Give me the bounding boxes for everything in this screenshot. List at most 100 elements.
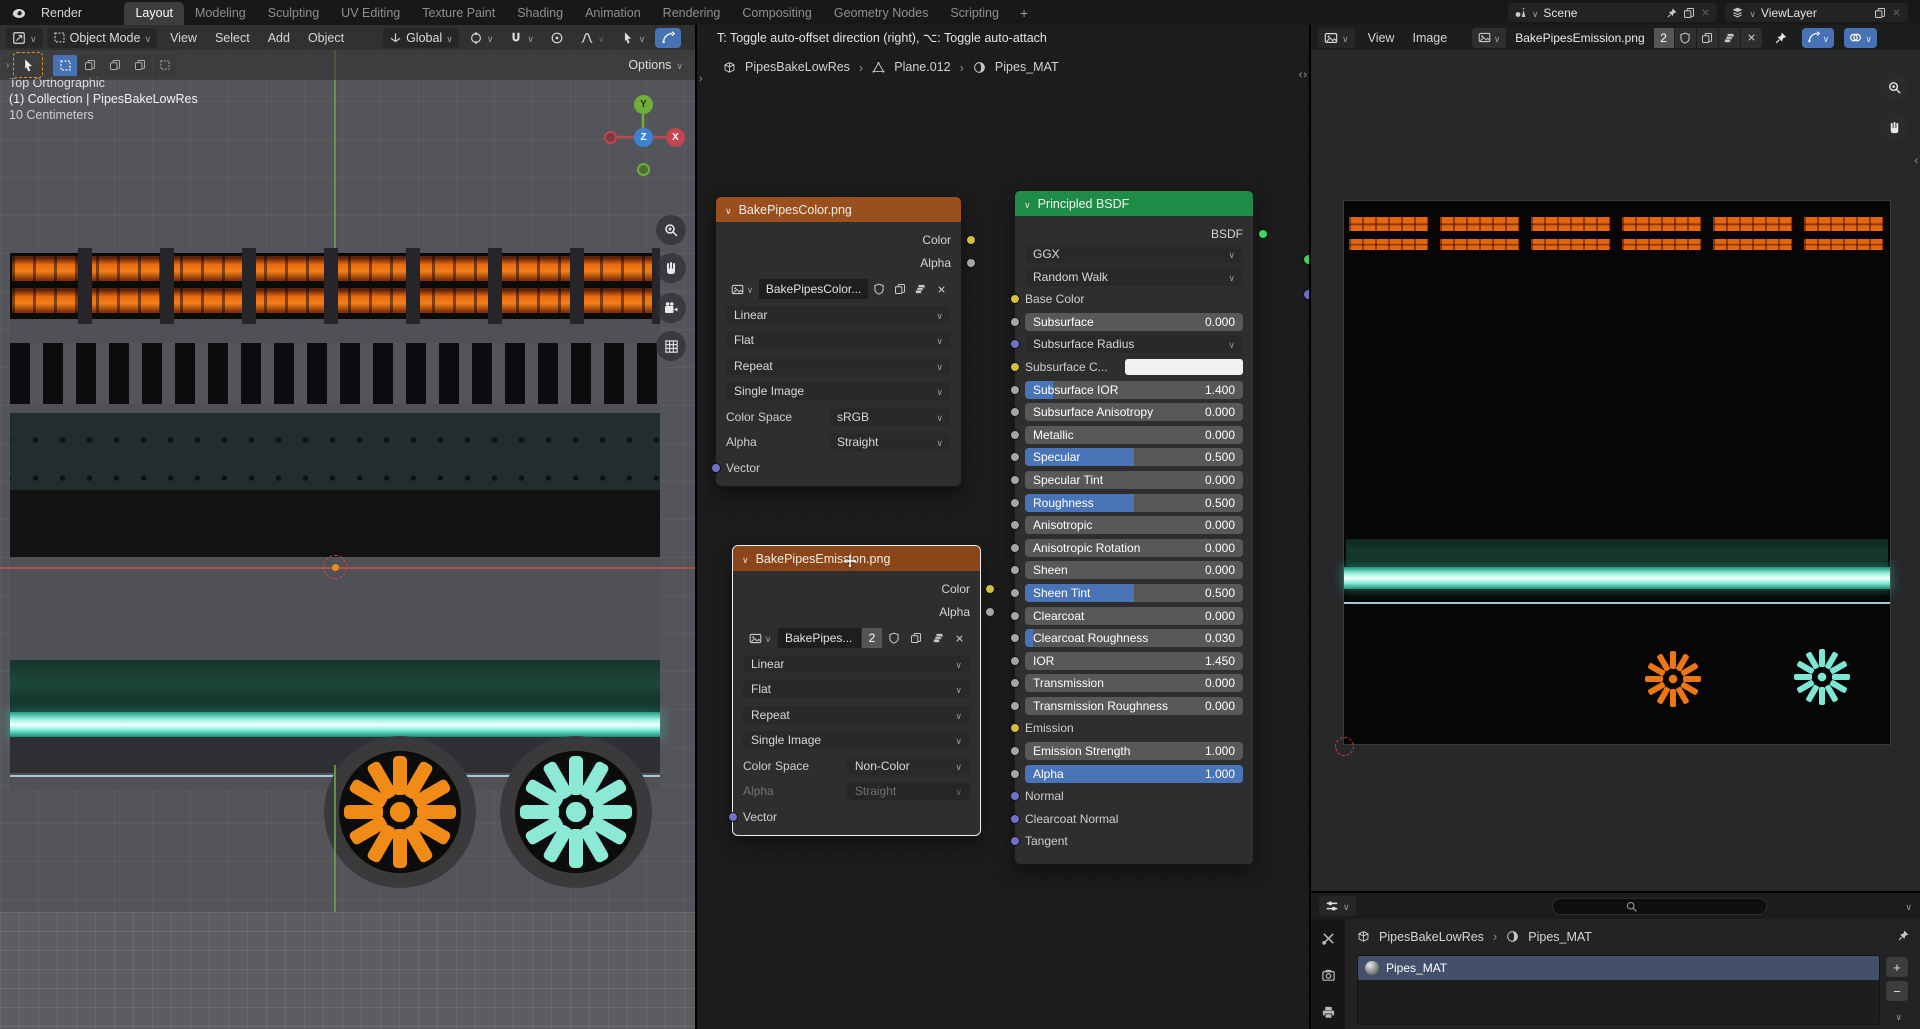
socket-yellow[interactable]: [1010, 723, 1020, 733]
remove-material-slot-button[interactable]: −: [1886, 981, 1908, 1001]
viewport-menu[interactable]: Select: [206, 25, 259, 50]
blender-logo-icon[interactable]: [10, 5, 26, 21]
breadcrumb-object[interactable]: PipesBakeLowRes: [1379, 930, 1484, 944]
material-slot-list[interactable]: Pipes_MAT: [1357, 955, 1880, 1025]
socket-color-output[interactable]: [985, 584, 995, 594]
fake-user-shield-icon[interactable]: [883, 628, 904, 648]
orientation-selector[interactable]: Global: [383, 28, 459, 48]
viewport-menu[interactable]: View: [161, 25, 206, 50]
slider-clearcoat-roughness[interactable]: Clearcoat Roughness0.030: [1025, 629, 1243, 647]
properties-editor[interactable]: PipesBakeLowRes Pipes_MAT Pipes_MAT + −: [1311, 893, 1920, 1029]
socket-gray[interactable]: [1010, 430, 1020, 440]
node-header[interactable]: BakePipesEmission.png: [733, 546, 980, 571]
unlink-image-icon[interactable]: [1741, 28, 1762, 48]
gizmo-axis-x-neg[interactable]: [604, 131, 617, 144]
region-expand-icon[interactable]: ›: [699, 73, 703, 85]
workspace-tab[interactable]: Geometry Nodes: [823, 2, 939, 25]
image-browse-button[interactable]: [743, 628, 777, 648]
node-dropdown[interactable]: Flat: [726, 331, 951, 349]
material-specials-icon[interactable]: [1895, 1009, 1902, 1023]
workspace-tab[interactable]: Scripting: [939, 2, 1010, 25]
view-layer-selector[interactable]: ViewLayer: [1725, 3, 1908, 22]
workspace-tab[interactable]: Modeling: [184, 2, 257, 25]
viewport-3d[interactable]: Object Mode ViewSelectAddObject Global ›: [0, 25, 695, 1029]
editor-type-button[interactable]: [1318, 28, 1355, 48]
users-count-badge[interactable]: 2: [862, 628, 882, 648]
socket-gray[interactable]: [1010, 543, 1020, 553]
select-mode-box[interactable]: [78, 55, 102, 76]
collapse-icon[interactable]: [725, 203, 732, 217]
unlink-image-icon[interactable]: [931, 279, 951, 299]
select-mode-tweak[interactable]: [53, 55, 77, 76]
socket-gray[interactable]: [1010, 656, 1020, 666]
slider-clearcoat[interactable]: Clearcoat0.000: [1025, 607, 1243, 625]
slider-specular-tint[interactable]: Specular Tint0.000: [1025, 471, 1243, 489]
viewport-menu[interactable]: Object: [299, 25, 353, 50]
workspace-tab[interactable]: Shading: [506, 2, 574, 25]
subsurface-method-dropdown[interactable]: Random Walk: [1025, 268, 1243, 286]
slider-sheen[interactable]: Sheen0.000: [1025, 561, 1243, 579]
fake-user-shield-icon[interactable]: [1675, 28, 1696, 48]
properties-options-icon[interactable]: [1905, 899, 1912, 913]
slider-anisotropic[interactable]: Anisotropic0.000: [1025, 516, 1243, 534]
slider-roughness[interactable]: Roughness0.500: [1025, 494, 1243, 512]
gizmo-axis-y-neg[interactable]: [637, 163, 650, 176]
users-count-badge[interactable]: 2: [1654, 28, 1674, 48]
image-editor[interactable]: ViewImage BakePipesEmission.png 2: [1311, 25, 1920, 891]
socket-purple[interactable]: [1303, 289, 1309, 300]
gizmo-axis-y[interactable]: Y: [634, 95, 653, 114]
socket-gray[interactable]: [1010, 611, 1020, 621]
socket-purple[interactable]: [1010, 814, 1020, 824]
image-name-field[interactable]: BakePipesColor...: [759, 279, 868, 299]
navigation-gizmo[interactable]: Y Z X: [592, 87, 695, 191]
socket-gray[interactable]: [1010, 633, 1020, 643]
overlays-toggle-button[interactable]: [655, 28, 681, 48]
node-bake-pipes-emission[interactable]: BakePipesEmission.png Color Alpha BakePi…: [732, 545, 981, 836]
breadcrumb-material[interactable]: Pipes_MAT: [995, 60, 1059, 74]
node-principled-bsdf[interactable]: Principled BSDF BSDF GGX Random Walk Bas…: [1014, 190, 1254, 865]
tab-output[interactable]: [1321, 1005, 1336, 1020]
socket-gray[interactable]: [1010, 701, 1020, 711]
pin-icon[interactable]: [1897, 929, 1910, 942]
active-tool-select-box[interactable]: [13, 52, 43, 78]
image-browse-button[interactable]: [726, 279, 758, 299]
shader-node-editor[interactable]: T: Toggle auto-offset direction (right),…: [697, 25, 1309, 1029]
socket-gray[interactable]: [1010, 475, 1020, 485]
distribution-dropdown[interactable]: GGX: [1025, 245, 1243, 263]
node-dropdown[interactable]: Single Image: [726, 382, 951, 400]
image-name-field[interactable]: BakePipesEmission.png: [1507, 28, 1652, 48]
color-swatch-subsurface-c[interactable]: [1125, 359, 1243, 375]
pin-icon[interactable]: [1774, 31, 1788, 45]
node-bake-pipes-color[interactable]: BakePipesColor.png Color Alpha BakePipes…: [715, 196, 962, 487]
image-editor-menu[interactable]: Image: [1403, 25, 1456, 50]
collapse-icon[interactable]: [1024, 197, 1031, 211]
pan-gizmo-button[interactable]: [1880, 113, 1908, 141]
socket-gray[interactable]: [1010, 678, 1020, 688]
node-header[interactable]: Principled BSDF: [1015, 191, 1253, 216]
unlink-image-icon[interactable]: [949, 628, 970, 648]
pan-gizmo-button[interactable]: [656, 253, 686, 283]
options-dropdown[interactable]: Options: [628, 58, 689, 72]
region-collapse-icon[interactable]: ‹: [1914, 155, 1918, 167]
select-mode-paint[interactable]: [153, 55, 177, 76]
add-material-slot-button[interactable]: +: [1886, 957, 1908, 977]
socket-gray[interactable]: [1010, 385, 1020, 395]
node-dropdown[interactable]: Repeat: [726, 357, 951, 375]
socket-gray[interactable]: [1010, 498, 1020, 508]
proportional-edit-button[interactable]: [544, 28, 570, 48]
image-browse-button[interactable]: [1472, 28, 1506, 48]
socket-green[interactable]: [1303, 254, 1309, 265]
socket-gray[interactable]: [1010, 407, 1020, 417]
slider-subsurface[interactable]: Subsurface0.000: [1025, 313, 1243, 331]
socket-gray[interactable]: [1010, 746, 1020, 756]
workspace-tab[interactable]: Texture Paint: [411, 2, 506, 25]
region-split-arrows[interactable]: ‹›: [1299, 69, 1308, 81]
snapping-button[interactable]: [503, 28, 540, 48]
slider-sheen-tint[interactable]: Sheen Tint0.500: [1025, 584, 1243, 602]
slider-subsurface-anisotropy[interactable]: Subsurface Anisotropy0.000: [1025, 403, 1243, 421]
socket-alpha-output[interactable]: [985, 607, 995, 617]
pack-image-icon[interactable]: [1719, 28, 1740, 48]
socket-yellow[interactable]: [1010, 294, 1020, 304]
workspace-tab[interactable]: UV Editing: [330, 2, 411, 25]
breadcrumb-object[interactable]: PipesBakeLowRes: [745, 60, 850, 74]
